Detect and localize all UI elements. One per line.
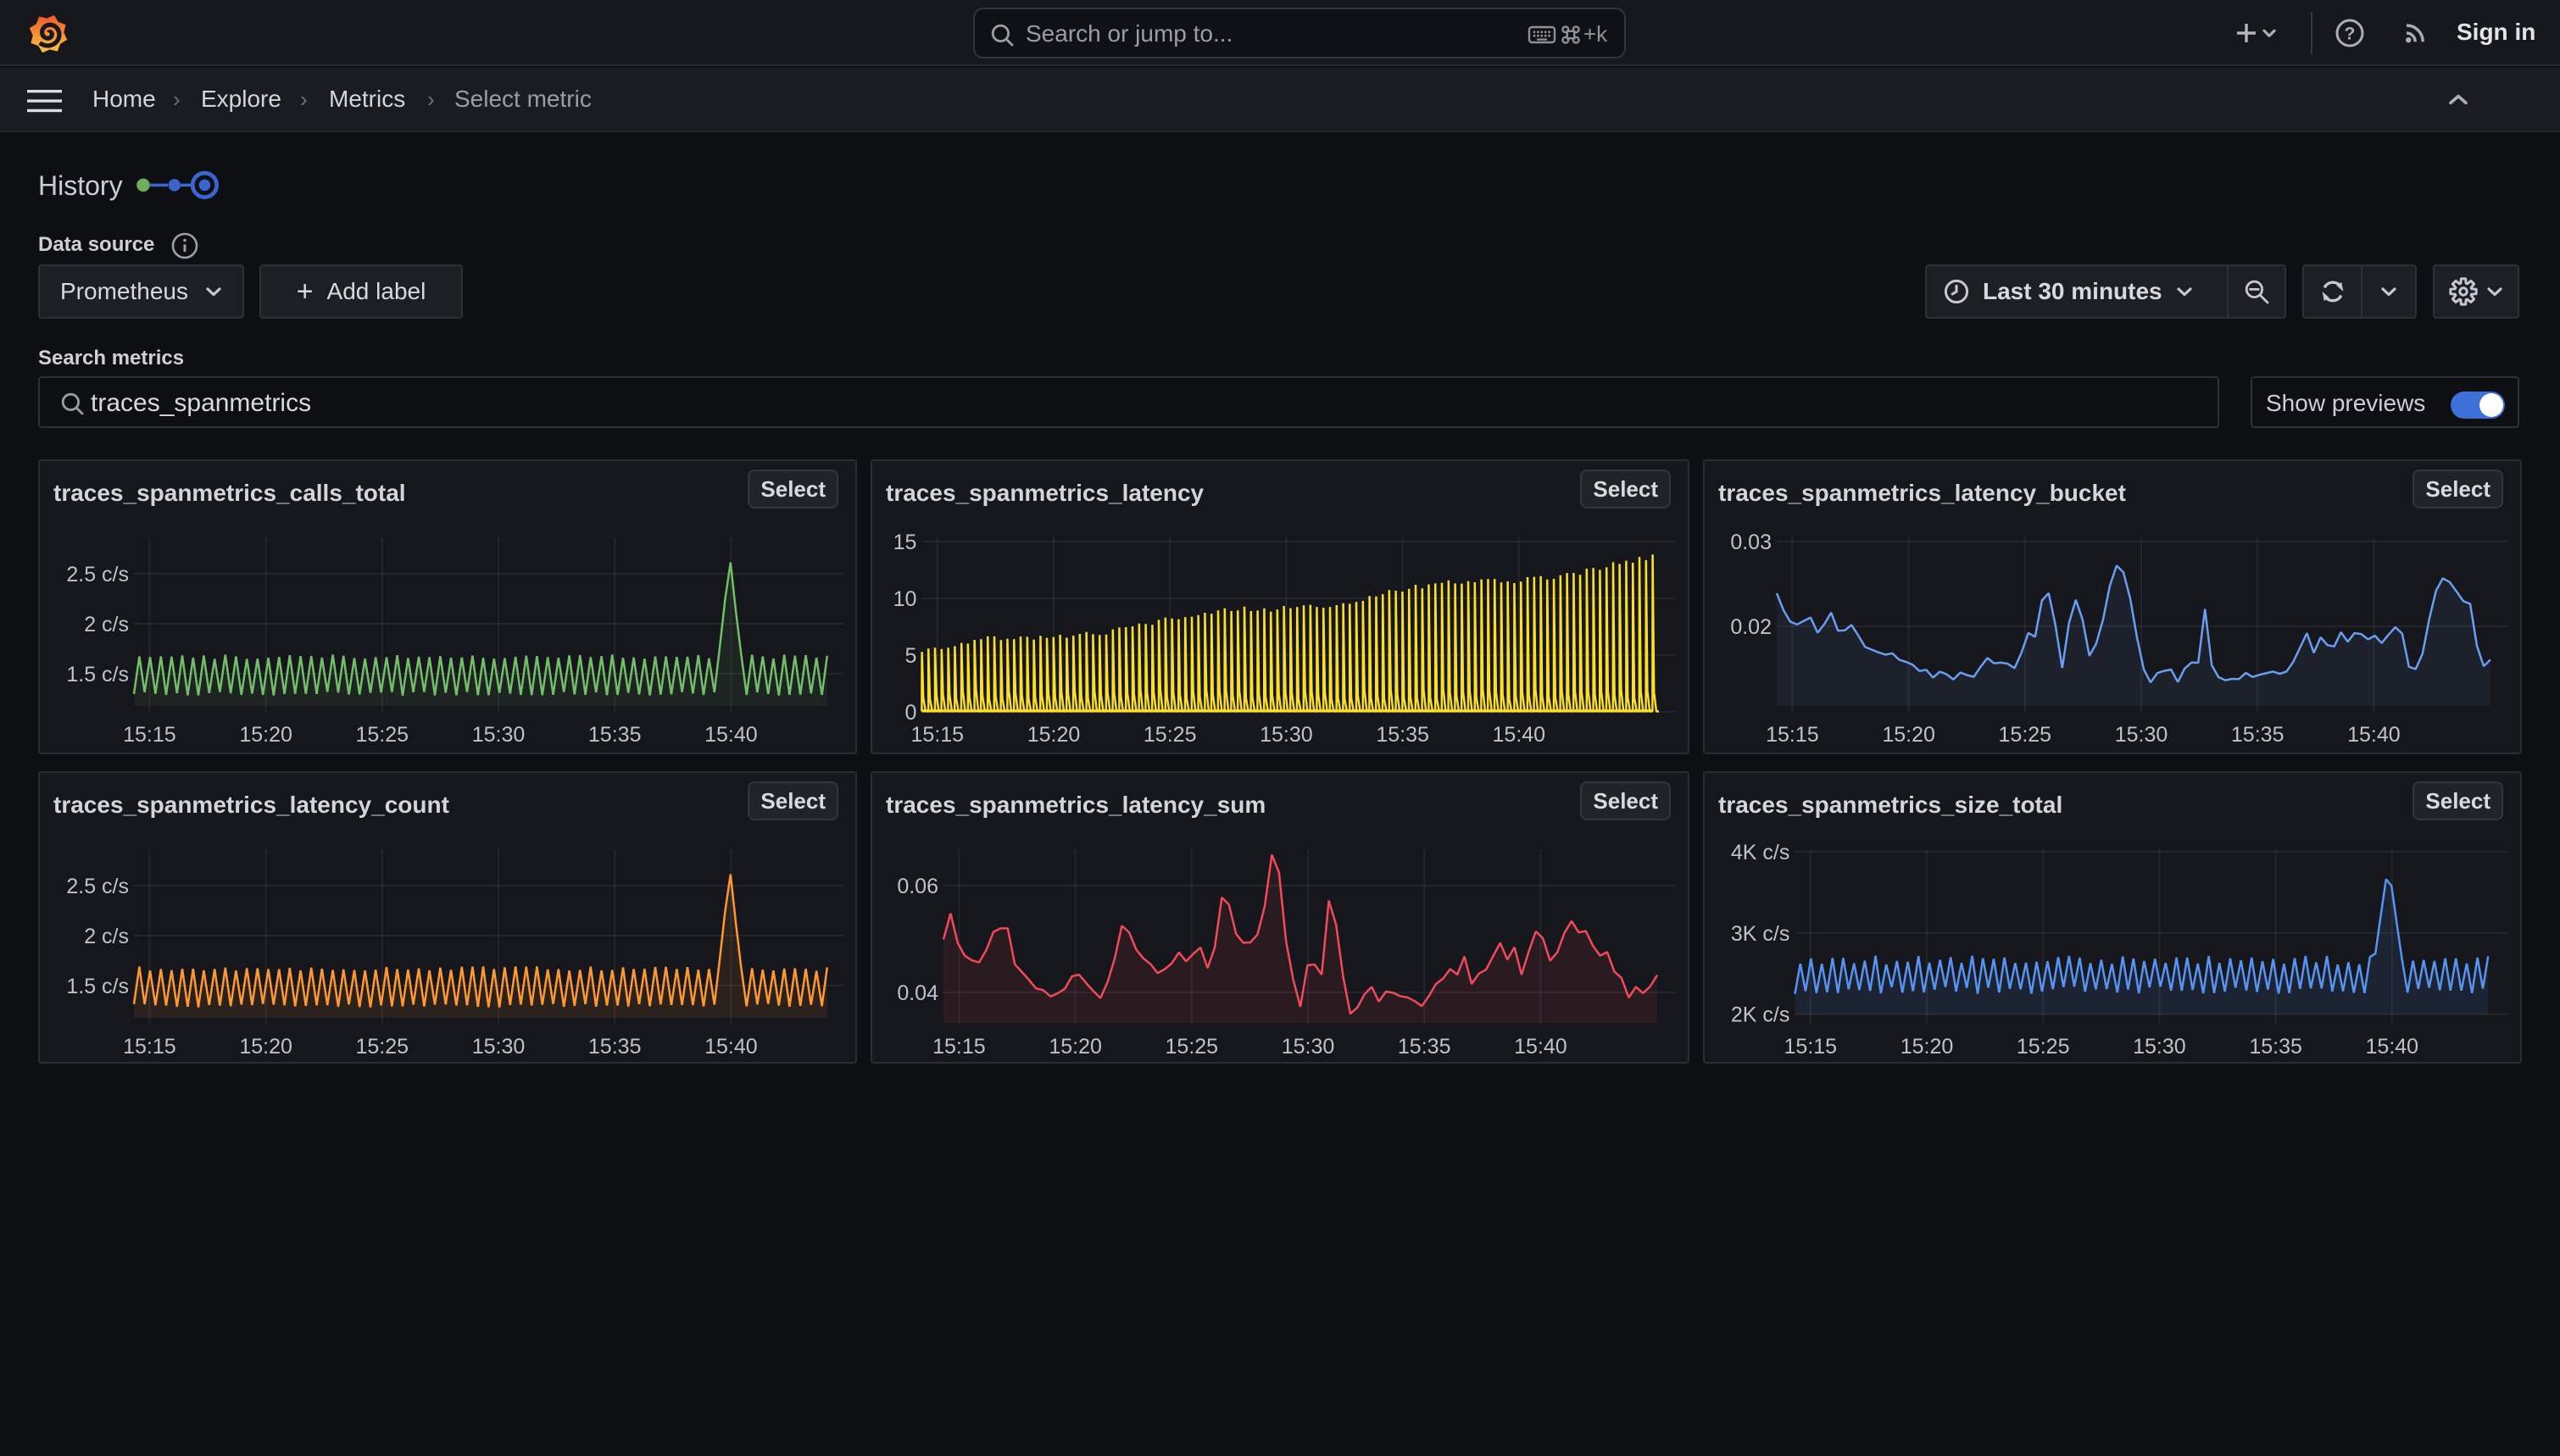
svg-text:15:35: 15:35 (1376, 723, 1429, 747)
svg-text:15:30: 15:30 (1260, 723, 1313, 747)
svg-text:15:30: 15:30 (472, 1035, 526, 1059)
svg-text:1.5 c/s: 1.5 c/s (66, 975, 129, 998)
svg-text:0.06: 0.06 (897, 875, 938, 898)
svg-text:15:15: 15:15 (932, 1035, 986, 1059)
svg-text:15:25: 15:25 (356, 723, 409, 747)
svg-text:2 c/s: 2 c/s (84, 613, 129, 636)
svg-text:2.5 c/s: 2.5 c/s (66, 875, 129, 898)
svg-text:15:30: 15:30 (2115, 723, 2168, 747)
svg-text:15:40: 15:40 (2347, 723, 2401, 747)
svg-text:1.5 c/s: 1.5 c/s (66, 663, 129, 686)
svg-text:15:40: 15:40 (1514, 1035, 1567, 1059)
svg-text:15:20: 15:20 (239, 1035, 292, 1059)
svg-text:15:35: 15:35 (1398, 1035, 1451, 1059)
svg-text:15:35: 15:35 (2231, 723, 2285, 747)
svg-text:15:25: 15:25 (2017, 1035, 2070, 1059)
svg-text:0: 0 (904, 701, 916, 725)
svg-text:15:25: 15:25 (1166, 1035, 1219, 1059)
svg-text:15:20: 15:20 (239, 723, 292, 747)
svg-text:15:20: 15:20 (1027, 723, 1081, 747)
svg-text:3K c/s: 3K c/s (1731, 922, 1789, 946)
svg-text:15: 15 (893, 531, 917, 554)
svg-text:0.02: 0.02 (1730, 615, 1772, 639)
svg-text:15:35: 15:35 (2249, 1035, 2302, 1059)
svg-text:15:35: 15:35 (588, 723, 642, 747)
svg-text:?: ? (2345, 24, 2356, 43)
svg-text:4K c/s: 4K c/s (1731, 841, 1789, 864)
svg-text:2K c/s: 2K c/s (1731, 1003, 1789, 1027)
svg-text:10: 10 (893, 587, 917, 611)
svg-text:15:25: 15:25 (356, 1035, 409, 1059)
svg-text:15:40: 15:40 (1493, 723, 1546, 747)
svg-text:15:25: 15:25 (1144, 723, 1197, 747)
svg-text:15:20: 15:20 (1901, 1035, 1954, 1059)
svg-text:15:15: 15:15 (123, 723, 176, 747)
svg-text:2 c/s: 2 c/s (84, 925, 129, 948)
svg-text:15:25: 15:25 (1999, 723, 2052, 747)
svg-text:15:40: 15:40 (2366, 1035, 2419, 1059)
svg-text:15:30: 15:30 (472, 723, 526, 747)
svg-text:15:35: 15:35 (588, 1035, 642, 1059)
svg-text:0.04: 0.04 (897, 981, 938, 1005)
svg-text:15:40: 15:40 (704, 1035, 758, 1059)
svg-text:2.5 c/s: 2.5 c/s (66, 563, 129, 586)
svg-text:15:15: 15:15 (1766, 723, 1819, 747)
svg-text:5: 5 (904, 644, 916, 668)
svg-text:15:15: 15:15 (911, 723, 965, 747)
svg-text:0.03: 0.03 (1730, 531, 1772, 554)
svg-text:15:30: 15:30 (1282, 1035, 1335, 1059)
svg-text:15:15: 15:15 (123, 1035, 176, 1059)
svg-text:15:20: 15:20 (1882, 723, 1935, 747)
svg-text:15:20: 15:20 (1049, 1035, 1102, 1059)
svg-text:15:30: 15:30 (2133, 1035, 2186, 1059)
svg-text:15:15: 15:15 (1784, 1035, 1838, 1059)
svg-text:15:40: 15:40 (704, 723, 758, 747)
